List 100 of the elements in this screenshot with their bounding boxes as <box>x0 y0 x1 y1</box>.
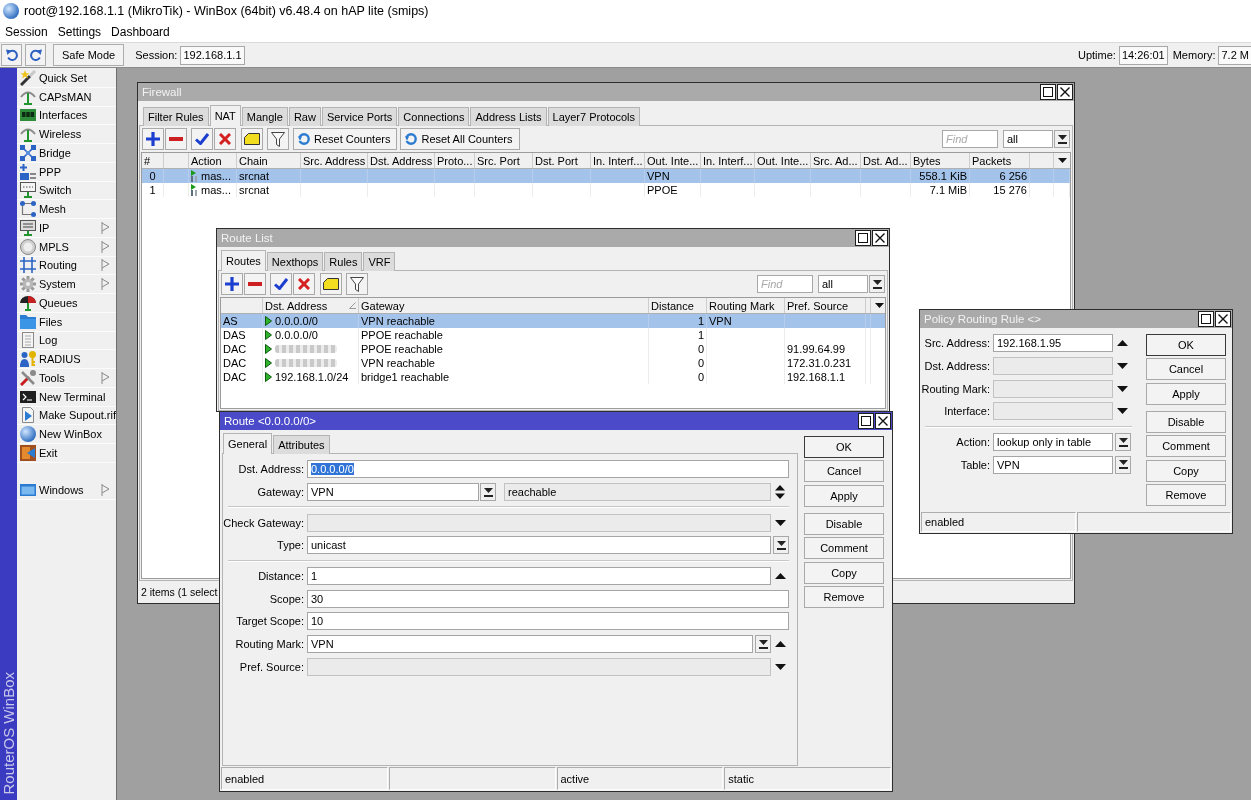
tab[interactable]: Rules <box>324 252 363 271</box>
sidebar-item[interactable]: System <box>17 275 116 294</box>
tab[interactable]: Address Lists <box>470 107 547 126</box>
dialog-button[interactable]: Copy <box>1146 459 1226 482</box>
sidebar-item[interactable]: Make Supout.rif <box>17 406 116 426</box>
close-button[interactable] <box>872 230 888 246</box>
column-header[interactable]: Gateway <box>359 298 649 313</box>
input-field[interactable]: unicast <box>307 536 771 555</box>
input-field[interactable]: lookup only in table <box>993 433 1113 452</box>
close-button[interactable] <box>875 413 891 429</box>
sidebar-item[interactable]: Routing <box>17 256 116 276</box>
add-button[interactable] <box>142 128 164 150</box>
dropdown-button[interactable] <box>1115 455 1131 474</box>
column-header[interactable]: Proto... <box>435 153 475 168</box>
reset-button[interactable]: Reset All Counters <box>400 128 520 150</box>
dialog-button[interactable]: OK <box>804 436 884 458</box>
sidebar-item[interactable]: Queues <box>17 294 116 313</box>
dialog-button[interactable]: Comment <box>1146 435 1226 458</box>
tab[interactable]: Raw <box>288 107 321 126</box>
input-field[interactable]: VPN <box>993 455 1113 474</box>
filter-button[interactable] <box>267 128 289 150</box>
sidebar-item[interactable]: Windows <box>17 481 116 501</box>
sidebar-item[interactable]: Quick Set <box>17 69 116 88</box>
dialog-button[interactable]: Apply <box>804 484 884 507</box>
sidebar-item[interactable]: New Terminal <box>17 387 116 407</box>
sidebar-item[interactable]: Wireless <box>17 125 116 144</box>
enable-button[interactable] <box>270 273 292 295</box>
close-button[interactable] <box>1215 311 1231 327</box>
dialog-button[interactable]: OK <box>1146 334 1226 356</box>
column-header[interactable]: In. Interf... <box>701 153 755 168</box>
sidebar-item[interactable]: Exit <box>17 444 116 463</box>
dialog-button[interactable]: Disable <box>1146 410 1226 433</box>
sidebar-item[interactable]: MPLS <box>17 237 116 257</box>
column-header[interactable]: Dst. Ad... <box>861 153 911 168</box>
sidebar-item[interactable]: PPP <box>17 162 116 182</box>
column-header[interactable]: In. Interf... <box>591 153 645 168</box>
column-header[interactable]: Distance <box>649 298 707 313</box>
sidebar-item[interactable]: CAPsMAN <box>17 87 116 107</box>
menu-item[interactable]: Dashboard <box>107 25 174 39</box>
dropdown-button[interactable] <box>480 483 496 502</box>
safe-mode-button[interactable]: Safe Mode <box>53 44 125 66</box>
column-header[interactable]: Out. Inte... <box>755 153 811 168</box>
close-button[interactable] <box>1057 84 1073 100</box>
maximize-button[interactable] <box>1198 311 1214 327</box>
reset-button[interactable]: Reset Counters <box>293 128 398 150</box>
tab[interactable]: Filter Rules <box>143 107 209 126</box>
dropdown-button[interactable] <box>1115 433 1131 452</box>
filter-select[interactable]: all <box>818 275 868 293</box>
sidebar-item[interactable]: New WinBox <box>17 425 116 444</box>
tab[interactable]: Routes <box>221 250 266 271</box>
sidebar-item[interactable]: Mesh <box>17 200 116 219</box>
remove-button[interactable] <box>244 273 266 295</box>
sidebar-item[interactable]: Bridge <box>17 144 116 163</box>
tab[interactable]: Mangle <box>241 107 288 126</box>
column-header[interactable]: Dst. Port <box>533 153 591 168</box>
maximize-button[interactable] <box>858 413 874 429</box>
dialog-button[interactable]: Apply <box>1146 382 1226 405</box>
disable-button[interactable] <box>293 273 315 295</box>
dialog-button[interactable]: Cancel <box>804 460 884 483</box>
add-button[interactable] <box>221 273 243 295</box>
filter-select[interactable]: all <box>1003 130 1053 148</box>
menu-item[interactable]: Settings <box>53 25 106 39</box>
comment-button[interactable] <box>241 128 263 150</box>
dropdown-button[interactable] <box>1054 130 1070 148</box>
column-header[interactable]: Pref. Source <box>785 298 866 313</box>
tab[interactable]: General <box>223 433 273 454</box>
input-field[interactable]: 1 <box>307 567 771 586</box>
find-field[interactable]: Find <box>757 275 813 293</box>
tab[interactable]: Connections <box>398 107 470 126</box>
dialog-button[interactable]: Remove <box>1146 483 1226 506</box>
sidebar-item[interactable]: Tools <box>17 369 116 388</box>
filter-button[interactable] <box>346 273 368 295</box>
column-header[interactable]: Routing Mark <box>707 298 785 313</box>
dropdown-button[interactable] <box>869 275 885 293</box>
input-field[interactable]: 10 <box>307 612 789 631</box>
tab[interactable]: Attributes <box>273 435 330 454</box>
menu-item[interactable]: Session <box>1 25 52 39</box>
sidebar-item[interactable]: RADIUS <box>17 350 116 369</box>
sidebar-item[interactable]: IP <box>17 219 116 238</box>
remove-button[interactable] <box>165 128 187 150</box>
tab[interactable]: Service Ports <box>321 107 398 126</box>
up-down-arrow-icon[interactable] <box>775 485 785 500</box>
maximize-button[interactable] <box>855 230 871 246</box>
dialog-button[interactable]: Comment <box>804 537 884 560</box>
dropdown-button[interactable] <box>755 635 771 654</box>
column-header[interactable]: Dst. Address <box>265 299 328 312</box>
input-field[interactable]: VPN <box>307 635 753 654</box>
column-header[interactable]: Chain <box>237 153 301 168</box>
up-arrow-icon[interactable] <box>1116 340 1128 347</box>
tab[interactable]: NAT <box>209 105 241 126</box>
up-arrow-icon[interactable] <box>774 641 786 648</box>
dialog-button[interactable]: Copy <box>804 561 884 584</box>
input-field[interactable]: 30 <box>307 589 789 608</box>
column-header[interactable]: Out. Inte... <box>645 153 701 168</box>
column-header[interactable]: # <box>142 153 164 168</box>
comment-button[interactable] <box>320 273 342 295</box>
input-field[interactable]: 192.168.1.95 <box>993 334 1113 353</box>
input-field[interactable]: VPN <box>307 483 479 502</box>
undo-button[interactable] <box>1 44 22 66</box>
maximize-button[interactable] <box>1040 84 1056 100</box>
